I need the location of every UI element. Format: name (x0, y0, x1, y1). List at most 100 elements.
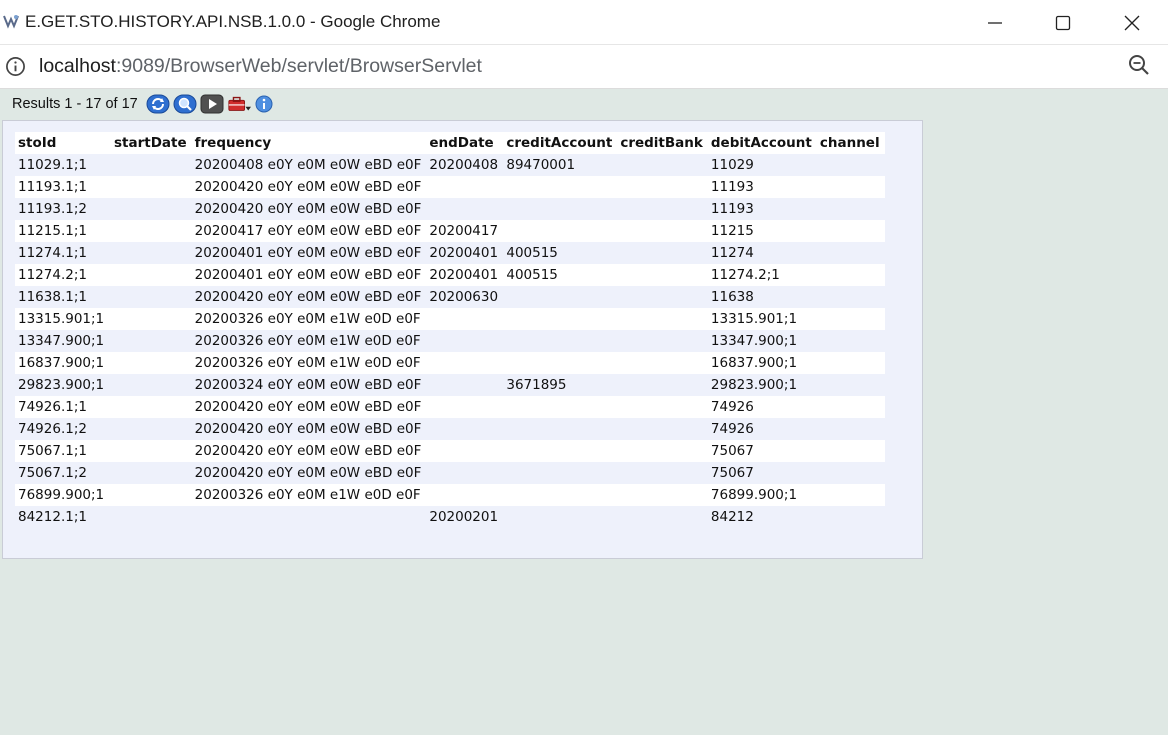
cell-creditbank (617, 308, 708, 330)
cell-channel (816, 286, 885, 308)
cell-enddate (426, 308, 504, 330)
results-panel: stoId startDate frequency endDate creditAcco… (2, 120, 923, 559)
cell-enddate (426, 198, 504, 220)
cell-stoid: 16837.900;1 (15, 352, 111, 374)
info-icon[interactable] (254, 94, 274, 114)
cell-stoid: 74926.1;2 (15, 418, 111, 440)
cell-enddate (426, 176, 504, 198)
toolbox-icon[interactable] (227, 94, 251, 114)
table-row[interactable]: 11029.1;1 20200408 e0Y e0M e0W eBD e0F 202… (15, 154, 885, 176)
cell-stoid: 75067.1;1 (15, 440, 111, 462)
cell-frequency: 20200420 e0Y e0M e0W eBD e0F (191, 286, 427, 308)
cell-frequency (191, 506, 427, 528)
maximize-button[interactable] (1029, 0, 1097, 45)
table-body: 11029.1;1 20200408 e0Y e0M e0W eBD e0F 202… (15, 154, 885, 528)
cell-enddate: 20200417 (426, 220, 504, 242)
cell-startdate (111, 154, 192, 176)
url-text[interactable]: localhost:9089/BrowserWeb/servlet/Browse… (39, 55, 482, 78)
cell-frequency: 20200401 e0Y e0M e0W eBD e0F (191, 242, 427, 264)
zoom-icon[interactable] (1127, 53, 1151, 77)
table-row[interactable]: 13347.900;1 20200326 e0Y e0M e1W e0D e0F 1… (15, 330, 885, 352)
cell-stoid: 11274.2;1 (15, 264, 111, 286)
table-row[interactable]: 16837.900;1 20200326 e0Y e0M e1W e0D e0F 1… (15, 352, 885, 374)
cell-creditbank (617, 264, 708, 286)
table-row[interactable]: 13315.901;1 20200326 e0Y e0M e1W e0D e0F 1… (15, 308, 885, 330)
cell-frequency: 20200326 e0Y e0M e1W e0D e0F (191, 308, 427, 330)
cell-debitaccount: 74926 (707, 418, 817, 440)
cell-startdate (111, 440, 192, 462)
table-row[interactable]: 74926.1;1 20200420 e0Y e0M e0W eBD e0F 749… (15, 396, 885, 418)
table-row[interactable]: 29823.900;1 20200324 e0Y e0M e0W eBD e0F 3… (15, 374, 885, 396)
window-title: E.GET.STO.HISTORY.API.NSB.1.0.0 - Google… (25, 12, 441, 31)
table-row[interactable]: 11274.2;1 20200401 e0Y e0M e0W eBD e0F 202… (15, 264, 885, 286)
cell-creditaccount (503, 308, 618, 330)
table-row[interactable]: 11215.1;1 20200417 e0Y e0M e0W eBD e0F 202… (15, 220, 885, 242)
cell-debitaccount: 11193 (707, 198, 817, 220)
table-row[interactable]: 76899.900;1 20200326 e0Y e0M e1W e0D e0F 7… (15, 484, 885, 506)
cell-stoid: 11193.1;1 (15, 176, 111, 198)
column-header-channel[interactable]: channel (816, 132, 885, 154)
cell-channel (816, 308, 885, 330)
refresh-icon[interactable] (146, 94, 170, 114)
column-header-frequency[interactable]: frequency (191, 132, 427, 154)
column-header-stoid[interactable]: stoId (15, 132, 111, 154)
cell-debitaccount: 74926 (707, 396, 817, 418)
cell-channel (816, 374, 885, 396)
cell-stoid: 13347.900;1 (15, 330, 111, 352)
cell-debitaccount: 11274 (707, 242, 817, 264)
table-row[interactable]: 74926.1;2 20200420 e0Y e0M e0W eBD e0F 749… (15, 418, 885, 440)
cell-frequency: 20200420 e0Y e0M e0W eBD e0F (191, 440, 427, 462)
cell-startdate (111, 330, 192, 352)
cell-enddate: 20200408 (426, 154, 504, 176)
cell-creditaccount: 89470001 (503, 154, 618, 176)
minimize-button[interactable] (961, 0, 1029, 45)
cell-startdate (111, 374, 192, 396)
cell-enddate (426, 374, 504, 396)
table-row[interactable]: 11274.1;1 20200401 e0Y e0M e0W eBD e0F 202… (15, 242, 885, 264)
table-row[interactable]: 84212.1;1 20200201 84212 (15, 506, 885, 528)
cell-channel (816, 330, 885, 352)
column-header-creditaccount[interactable]: creditAccount (503, 132, 618, 154)
table-row[interactable]: 75067.1;2 20200420 e0Y e0M e0W eBD e0F 750… (15, 462, 885, 484)
cell-creditaccount: 400515 (503, 264, 618, 286)
column-header-debitaccount[interactable]: debitAccount (707, 132, 817, 154)
cell-stoid: 11274.1;1 (15, 242, 111, 264)
cell-creditbank (617, 154, 708, 176)
search-icon[interactable] (173, 94, 197, 114)
cell-creditbank (617, 418, 708, 440)
cell-channel (816, 198, 885, 220)
cell-stoid: 76899.900;1 (15, 484, 111, 506)
cell-stoid: 11638.1;1 (15, 286, 111, 308)
cell-startdate (111, 462, 192, 484)
cell-channel (816, 220, 885, 242)
cell-creditaccount: 3671895 (503, 374, 618, 396)
cell-frequency: 20200417 e0Y e0M e0W eBD e0F (191, 220, 427, 242)
cell-enddate (426, 330, 504, 352)
cell-frequency: 20200420 e0Y e0M e0W eBD e0F (191, 198, 427, 220)
cell-creditbank (617, 352, 708, 374)
cell-channel (816, 506, 885, 528)
cell-creditbank (617, 374, 708, 396)
table-row[interactable]: 11638.1;1 20200420 e0Y e0M e0W eBD e0F 202… (15, 286, 885, 308)
column-header-startdate[interactable]: startDate (111, 132, 192, 154)
cell-channel (816, 154, 885, 176)
cell-stoid: 11193.1;2 (15, 198, 111, 220)
address-bar[interactable]: localhost:9089/BrowserWeb/servlet/Browse… (0, 45, 1168, 89)
cell-creditaccount (503, 198, 618, 220)
column-header-creditbank[interactable]: creditBank (617, 132, 708, 154)
close-button[interactable] (1098, 0, 1166, 45)
cell-enddate (426, 352, 504, 374)
cell-startdate (111, 198, 192, 220)
table-row[interactable]: 11193.1;2 20200420 e0Y e0M e0W eBD e0F 111… (15, 198, 885, 220)
table-row[interactable]: 75067.1;1 20200420 e0Y e0M e0W eBD e0F 750… (15, 440, 885, 462)
cell-channel (816, 352, 885, 374)
cell-creditbank (617, 440, 708, 462)
cell-creditaccount (503, 440, 618, 462)
site-info-icon[interactable] (5, 56, 26, 77)
cell-channel (816, 264, 885, 286)
next-icon[interactable] (200, 94, 224, 114)
table-row[interactable]: 11193.1;1 20200420 e0Y e0M e0W eBD e0F 111… (15, 176, 885, 198)
cell-creditaccount (503, 506, 618, 528)
column-header-enddate[interactable]: endDate (426, 132, 504, 154)
cell-startdate (111, 286, 192, 308)
